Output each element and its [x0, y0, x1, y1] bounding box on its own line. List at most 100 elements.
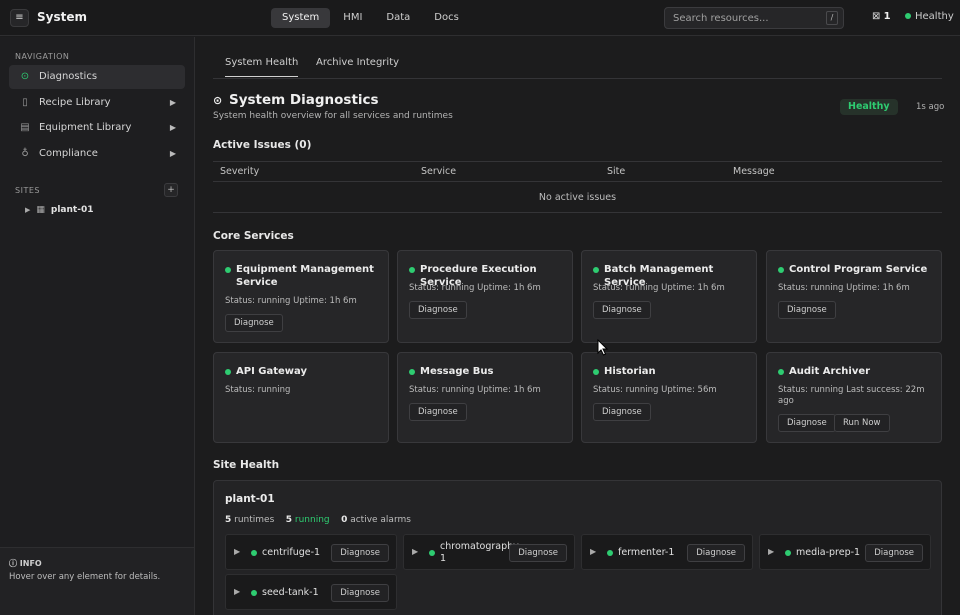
status-dot-icon [607, 550, 613, 556]
issues-empty-state: No active issues [213, 183, 942, 213]
issues-table-header: Severity Service Site Message [213, 161, 942, 182]
book-icon: ▯ [22, 97, 28, 108]
top-bar: ≡ System System HMI Data Docs / ⊠ 1 Heal… [0, 0, 960, 36]
service-card: Procedure Execution Service Status: runn… [397, 250, 573, 343]
status-dot-icon [409, 369, 415, 375]
mouse-cursor-icon [597, 339, 609, 356]
diagnose-button[interactable]: Diagnose [687, 544, 745, 562]
tab-docs[interactable]: Docs [423, 8, 470, 28]
health-indicator[interactable]: Healthy [905, 11, 954, 22]
service-name: Audit Archiver [789, 366, 871, 377]
page-subtitle: System health overview for all services … [213, 111, 453, 121]
expand-arrow-icon[interactable]: ▶ [170, 98, 176, 107]
last-updated: 1s ago [916, 102, 945, 112]
diagnose-button[interactable]: Diagnose [778, 414, 836, 432]
expand-arrow-icon[interactable]: ▶ [412, 547, 418, 556]
service-card: API Gateway Status: running [213, 352, 389, 443]
search-shortcut-hint: / [826, 11, 838, 25]
sidebar-item-label: Compliance [39, 148, 98, 159]
diagnose-button[interactable]: Diagnose [865, 544, 923, 562]
app-title: System [37, 10, 87, 24]
sidebar-item-equipment-library[interactable]: ▤ Equipment Library ▶ [9, 116, 185, 140]
diagnose-button[interactable]: Diagnose [778, 301, 836, 319]
main-content: System Health Archive Integrity ⊙ System … [196, 37, 960, 615]
notification-count: 1 [883, 11, 891, 22]
sidebar-item-compliance[interactable]: ♁ Compliance ▶ [9, 142, 185, 166]
site-health-heading: Site Health [213, 459, 280, 471]
runtime-item[interactable]: ▶ chromatography-1 Diagnose [403, 534, 575, 570]
status-dot-icon [409, 267, 415, 273]
runtime-item[interactable]: ▶ media-prep-1 Diagnose [759, 534, 931, 570]
diagnose-button[interactable]: Diagnose [331, 584, 389, 602]
site-tree-item[interactable]: ▶ ▦ plant-01 [25, 205, 93, 215]
status-dot-icon [225, 267, 231, 273]
tab-system[interactable]: System [271, 8, 331, 28]
tab-data[interactable]: Data [375, 8, 421, 28]
runtime-item[interactable]: ▶ fermenter-1 Diagnose [581, 534, 753, 570]
expand-arrow-icon[interactable]: ▶ [25, 206, 30, 214]
expand-arrow-icon[interactable]: ▶ [590, 547, 596, 556]
hamburger-icon[interactable]: ≡ [10, 9, 29, 27]
runtime-name: seed-tank-1 [262, 587, 319, 598]
tab-system-health[interactable]: System Health [225, 57, 299, 77]
runtime-name: fermenter-1 [618, 547, 675, 558]
service-name: Message Bus [420, 366, 494, 377]
info-panel: ⓘ INFO Hover over any element for detail… [0, 547, 194, 615]
status-dot-icon [778, 267, 784, 273]
service-card: Control Program Service Status: running … [766, 250, 942, 343]
notifications-button[interactable]: ⊠ 1 [872, 11, 891, 22]
service-name: Historian [604, 366, 656, 377]
content-tabs: System Health Archive Integrity [213, 51, 942, 79]
expand-arrow-icon[interactable]: ▶ [234, 587, 240, 596]
nav-section-label: NAVIGATION [15, 52, 70, 61]
sidebar-item-recipe-library[interactable]: ▯ Recipe Library ▶ [9, 91, 185, 115]
expand-arrow-icon[interactable]: ▶ [768, 547, 774, 556]
service-status: Status: running Last success: 22m ago [778, 385, 925, 406]
service-status: Status: running Uptime: 1h 6m [593, 283, 725, 293]
diagnose-button[interactable]: Diagnose [409, 403, 467, 421]
tab-hmi[interactable]: HMI [332, 8, 373, 28]
status-dot-icon [778, 369, 784, 375]
diagnose-button[interactable]: Diagnose [331, 544, 389, 562]
info-text: Hover over any element for details. [9, 572, 161, 582]
diagnostics-icon: ⊙ [20, 71, 30, 82]
diagnose-button[interactable]: Diagnose [593, 301, 651, 319]
service-card: Batch Management Service Status: running… [581, 250, 757, 343]
runtime-item[interactable]: ▶ centrifuge-1 Diagnose [225, 534, 397, 570]
status-dot-icon [905, 13, 911, 19]
diagnostics-icon: ⊙ [213, 94, 223, 107]
runtime-item[interactable]: ▶ seed-tank-1 Diagnose [225, 574, 397, 610]
column-header[interactable]: Service [421, 166, 456, 177]
status-dot-icon [251, 550, 257, 556]
expand-arrow-icon[interactable]: ▶ [170, 123, 176, 132]
info-icon: ⓘ [9, 559, 20, 568]
column-header[interactable]: Message [733, 166, 775, 177]
status-dot-icon [251, 590, 257, 596]
alert-icon: ⊠ [872, 11, 881, 22]
diagnose-button[interactable]: Diagnose [409, 301, 467, 319]
add-site-button[interactable]: + [164, 183, 178, 197]
site-name: plant-01 [225, 493, 275, 505]
service-status: Status: running Uptime: 1h 6m [409, 385, 541, 395]
column-header[interactable]: Severity [220, 166, 259, 177]
status-badge: Healthy [840, 99, 898, 115]
top-nav: System HMI Data Docs [271, 8, 472, 28]
service-card: Message Bus Status: running Uptime: 1h 6… [397, 352, 573, 443]
run-now-button[interactable]: Run Now [834, 414, 890, 432]
expand-arrow-icon[interactable]: ▶ [170, 149, 176, 158]
diagnose-button[interactable]: Diagnose [225, 314, 283, 332]
diagnose-button[interactable]: Diagnose [509, 544, 567, 562]
health-label: Healthy [915, 11, 954, 22]
service-name: Control Program Service [789, 264, 928, 275]
service-status: Status: running Uptime: 56m [593, 385, 717, 395]
search-input[interactable] [665, 8, 815, 28]
column-header[interactable]: Site [607, 166, 625, 177]
site-stats: 5 runtimes 5 running 0 active alarms [225, 515, 411, 525]
expand-arrow-icon[interactable]: ▶ [234, 547, 240, 556]
site-name: plant-01 [50, 205, 94, 215]
equipment-icon: ▤ [20, 122, 30, 133]
tab-archive-integrity[interactable]: Archive Integrity [316, 57, 399, 68]
service-card: Audit Archiver Status: running Last succ… [766, 352, 942, 443]
sidebar-item-diagnostics[interactable]: ⊙ Diagnostics [9, 65, 185, 89]
diagnose-button[interactable]: Diagnose [593, 403, 651, 421]
